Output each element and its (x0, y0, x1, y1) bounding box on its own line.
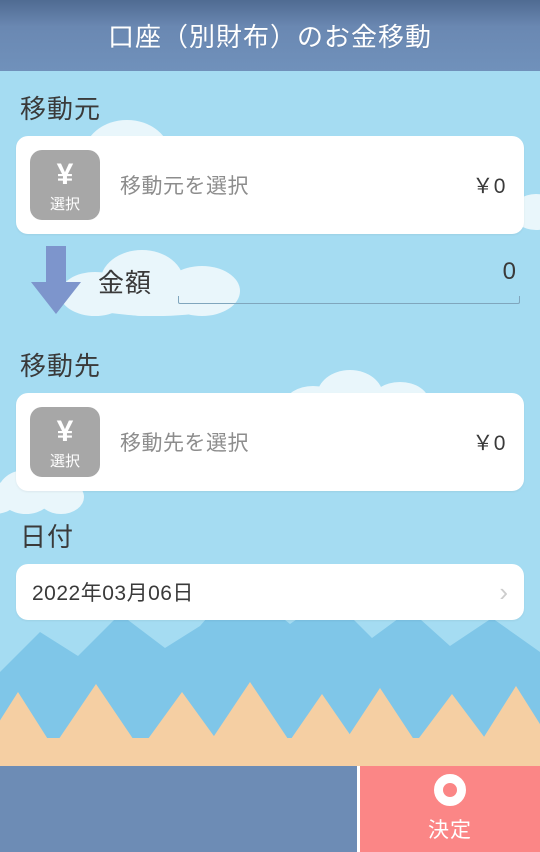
destination-section-label: 移動先 (20, 351, 102, 381)
source-tile-caption: 選択 (49, 196, 80, 213)
main-content: 移動元 ¥ 選択 移動元を選択 ￥0 金額 移動先 (0, 89, 540, 852)
destination-select-tile[interactable]: ¥ 選択 (30, 407, 100, 477)
app-root: 口座（別財布）のお金移動 移動元 ¥ 選択 移動元を選択 ￥0 金額 0 移動先… (0, 0, 540, 852)
confirm-button[interactable]: 決定 (360, 766, 540, 852)
amount-label: 金額 (98, 267, 153, 298)
yen-icon: ¥ (56, 158, 74, 191)
amount-row: 金額 (16, 234, 524, 328)
source-section-label: 移動元 (20, 94, 102, 124)
date-section-label: 日付 (20, 522, 75, 552)
app-header: 口座（別財布）のお金移動 (0, 0, 540, 71)
yen-icon: ¥ (56, 415, 74, 448)
arrow-down-icon (18, 246, 94, 316)
bottom-bar-blank-area (0, 766, 360, 852)
date-value: 2022年03月06日 (32, 582, 194, 605)
source-placeholder-text: 移動元を選択 (120, 175, 249, 198)
source-account-card[interactable]: ¥ 選択 移動元を選択 ￥0 (16, 136, 524, 234)
bottom-action-bar: 決定 (0, 766, 540, 852)
date-picker-row[interactable]: 2022年03月06日 › (16, 564, 524, 620)
amount-input-wrapper[interactable] (178, 258, 520, 304)
amount-input-underline (178, 296, 520, 304)
page-title: 口座（別財布）のお金移動 (107, 22, 432, 52)
destination-account-card[interactable]: ¥ 選択 移動先を選択 ￥0 (16, 393, 524, 491)
confirm-button-label: 決定 (428, 819, 472, 842)
destination-placeholder-text: 移動先を選択 (120, 432, 249, 455)
source-balance-value: ￥0 (472, 175, 506, 198)
chevron-right-icon: › (499, 577, 508, 607)
circle-ring-icon (434, 774, 466, 806)
destination-tile-caption: 選択 (49, 453, 80, 470)
destination-balance-value: ￥0 (472, 432, 506, 455)
source-select-tile[interactable]: ¥ 選択 (30, 150, 100, 220)
amount-input[interactable] (178, 258, 520, 286)
